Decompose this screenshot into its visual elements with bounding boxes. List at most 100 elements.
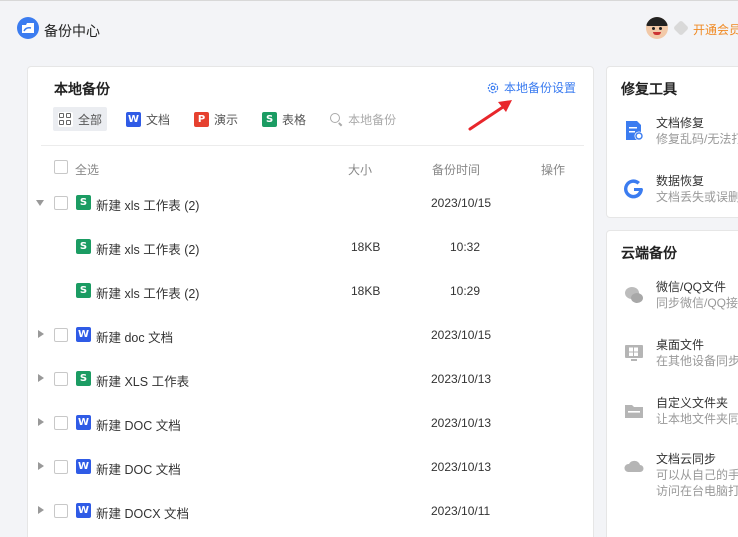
- word-icon: W: [76, 459, 91, 474]
- table-row[interactable]: W 新建 DOC 文档 2023/10/13: [28, 445, 595, 489]
- file-size: 18KB: [351, 240, 381, 254]
- row-checkbox[interactable]: [54, 504, 68, 518]
- filter-documents-label: 文档: [146, 112, 171, 127]
- table-row[interactable]: S 新建 xls 工作表 (2) 18KB 10:32: [28, 225, 595, 269]
- file-name: 新建 DOC 文档: [96, 463, 181, 477]
- file-type-filter-bar: 全部 W 文档 P 演示 S 表格 本地备份: [53, 107, 415, 131]
- expand-arrow-icon[interactable]: [38, 462, 44, 470]
- file-name: 新建 XLS 工作表: [96, 375, 190, 389]
- backup-time: 10:32: [450, 240, 481, 254]
- expand-arrow-icon[interactable]: [38, 506, 44, 514]
- expand-arrow-icon[interactable]: [38, 374, 44, 382]
- cloud-sync-icon: [624, 460, 644, 472]
- tool-description-line2: 访问在台电脑打: [656, 484, 738, 498]
- file-name: 新建 xls 工作表 (2): [96, 243, 200, 257]
- custom-folder-item[interactable]: 自定义文件夹 让本地文件夹同: [607, 394, 738, 434]
- desktop-files-item[interactable]: 桌面文件 在其他设备同步: [607, 336, 738, 376]
- search-placeholder: 本地备份: [348, 112, 397, 127]
- action-column-header: 操作: [541, 163, 566, 177]
- cloud-backup-panel: 云端备份 微信/QQ文件 同步微信/QQ接 桌面文件 在其他设备同步 自定义文件…: [606, 230, 738, 537]
- backup-time: 2023/10/13: [431, 460, 492, 474]
- sheet-icon: S: [262, 111, 278, 127]
- tool-name: 文档云同步: [656, 452, 717, 466]
- expand-arrow-icon[interactable]: [38, 418, 44, 426]
- filter-all[interactable]: 全部: [53, 107, 108, 131]
- folder-icon: [625, 405, 643, 418]
- backup-time: 2023/10/15: [431, 196, 492, 210]
- table-row[interactable]: W 新建 DOCX 文档 2023/10/11: [28, 489, 595, 533]
- tool-name: 微信/QQ文件: [656, 280, 727, 294]
- annotation-arrow: [468, 100, 512, 131]
- filter-spreadsheets[interactable]: S 表格: [257, 107, 311, 131]
- table-row[interactable]: S 新建 xls 工作表 (2) 2023/10/15: [28, 181, 595, 225]
- top-bar: 备份中心 开通会员: [0, 0, 738, 56]
- file-name: 新建 xls 工作表 (2): [96, 287, 200, 301]
- backup-time: 10:29: [450, 284, 481, 298]
- filter-all-label: 全部: [78, 112, 103, 127]
- backup-time: 2023/10/11: [431, 504, 491, 518]
- local-backup-panel: 本地备份 本地备份设置 全部 W 文档 P 演示 S 表格 本地备份 全选 大小…: [27, 66, 594, 537]
- row-checkbox[interactable]: [54, 416, 68, 430]
- file-name: 新建 DOC 文档: [96, 419, 181, 433]
- select-all-checkbox[interactable]: [54, 160, 68, 174]
- backup-center-logo-icon: [17, 17, 39, 39]
- local-backup-settings-link[interactable]: 本地备份设置: [487, 79, 576, 96]
- tool-description: 让本地文件夹同: [656, 412, 738, 426]
- file-name: 新建 xls 工作表 (2): [96, 199, 200, 213]
- repair-tools-panel: 修复工具 文档修复 修复乱码/无法打 数据恢复 文档丢失或误删: [606, 66, 738, 218]
- vip-upgrade-link[interactable]: 开通会员: [693, 21, 738, 38]
- backup-time: 2023/10/13: [431, 416, 492, 430]
- vip-diamond-icon: [673, 20, 689, 36]
- tool-description: 可以从自己的手: [656, 468, 738, 482]
- search-icon: [330, 112, 343, 126]
- select-all-label: 全选: [75, 163, 100, 177]
- table-row[interactable]: W 新建 DOC 文档 2023/10/13: [28, 401, 595, 445]
- sheet-icon: S: [76, 371, 91, 386]
- table-header: 全选 大小 备份时间 操作: [28, 155, 595, 181]
- ppt-icon: P: [194, 111, 210, 127]
- table-row[interactable]: W 新建 doc 文档 2023/10/15: [28, 313, 595, 357]
- document-cloud-sync-item[interactable]: 文档云同步 可以从自己的手 访问在台电脑打: [607, 450, 738, 498]
- backup-time: 2023/10/13: [431, 372, 492, 386]
- filter-documents[interactable]: W 文档: [121, 107, 175, 131]
- row-checkbox[interactable]: [54, 196, 68, 210]
- word-icon: W: [76, 327, 91, 342]
- file-name: 新建 DOCX 文档: [96, 507, 190, 521]
- app-title: 备份中心: [44, 23, 100, 39]
- cloud-backup-title: 云端备份: [621, 245, 677, 261]
- tool-description: 同步微信/QQ接: [656, 296, 738, 310]
- row-checkbox[interactable]: [54, 328, 68, 342]
- google-recovery-icon: [624, 179, 643, 199]
- filter-presentations[interactable]: P 演示: [189, 107, 243, 131]
- table-row[interactable]: S 新建 XLS 工作表 2023/10/13: [28, 357, 595, 401]
- user-avatar[interactable]: [646, 17, 668, 39]
- local-backup-search[interactable]: 本地备份: [325, 107, 401, 131]
- tool-description: 文档丢失或误删: [656, 190, 738, 204]
- chat-bubble-icon: [625, 287, 643, 303]
- row-checkbox[interactable]: [54, 460, 68, 474]
- word-icon: W: [76, 503, 91, 518]
- size-column-header: 大小: [348, 163, 373, 177]
- document-repair-tool[interactable]: 文档修复 修复乱码/无法打: [607, 114, 738, 154]
- repair-tools-title: 修复工具: [621, 81, 677, 97]
- tool-name: 自定义文件夹: [656, 396, 729, 410]
- local-backup-title: 本地备份: [54, 81, 110, 97]
- file-size: 18KB: [351, 284, 381, 298]
- tool-name: 桌面文件: [656, 338, 705, 352]
- filter-spreadsheets-label: 表格: [282, 112, 307, 127]
- backup-time: 2023/10/15: [431, 328, 492, 342]
- desktop-window-icon: [625, 345, 643, 361]
- row-checkbox[interactable]: [54, 372, 68, 386]
- wechat-qq-files-item[interactable]: 微信/QQ文件 同步微信/QQ接: [607, 278, 738, 318]
- sheet-icon: S: [76, 283, 91, 298]
- data-recovery-tool[interactable]: 数据恢复 文档丢失或误删: [607, 172, 738, 212]
- tool-description: 修复乱码/无法打: [656, 132, 738, 146]
- expand-arrow-icon[interactable]: [38, 330, 44, 338]
- settings-link-label: 本地备份设置: [504, 81, 577, 95]
- word-icon: W: [76, 415, 91, 430]
- settings-gear-icon: [487, 82, 499, 93]
- collapse-arrow-icon[interactable]: [36, 200, 44, 206]
- filter-presentations-label: 演示: [214, 112, 239, 127]
- table-row[interactable]: S 新建 xls 工作表 (2) 18KB 10:29: [28, 269, 595, 313]
- tool-description: 在其他设备同步: [656, 354, 738, 368]
